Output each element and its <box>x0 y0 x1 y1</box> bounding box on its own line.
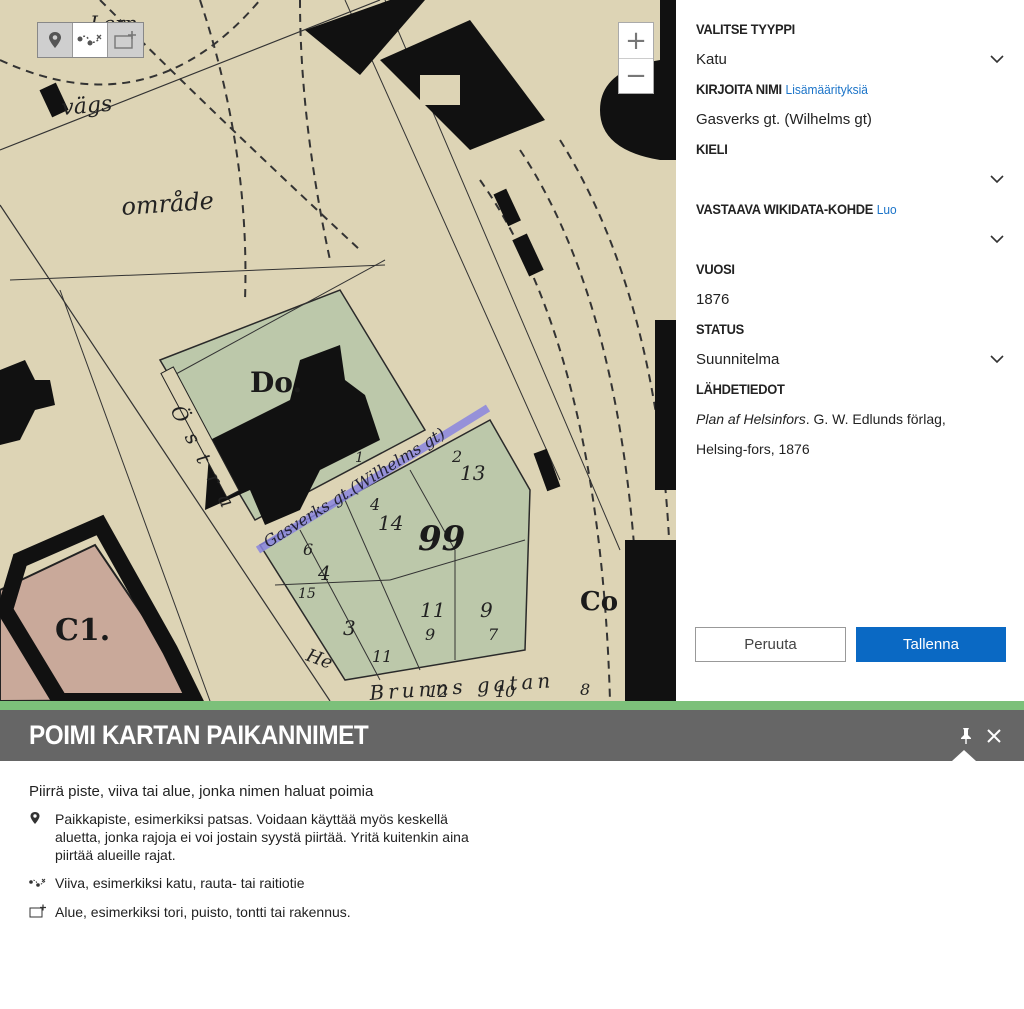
language-label: KIELI <box>696 141 728 157</box>
status-select[interactable]: Suunnitelma <box>696 344 1006 374</box>
type-label: VALITSE TYYPPI <box>696 21 795 37</box>
panel-lead-text: Piirrä piste, viiva tai alue, jonka nime… <box>29 783 374 800</box>
instructions-panel: POIMI KARTAN PAIKANNIMET Piirrä piste, v… <box>0 701 1024 1009</box>
map-label-co: Co <box>580 587 618 617</box>
source-text: Plan af Helsinfors. G. W. Edlunds förlag… <box>696 404 1006 464</box>
hint-area: Alue, esimerkiksi tori, puisto, tontti t… <box>29 903 1024 922</box>
map-pin-icon <box>49 32 61 48</box>
map-canvas[interactable]: vägs område Lern- Gasverks gt.(Wilhelms … <box>0 0 676 701</box>
map-label-lot: 11 <box>420 598 445 622</box>
chevron-down-icon <box>990 355 1004 364</box>
close-icon[interactable] <box>986 728 1002 744</box>
hint-line: Viiva, esimerkiksi katu, rauta- tai rait… <box>29 874 1024 893</box>
name-label: KIRJOITA NIMI Lisämäärityksiä <box>696 81 868 97</box>
map-label-lot: 4 <box>369 495 380 514</box>
map-label-lot: 1 <box>355 450 364 466</box>
source-label: LÄHDETIEDOT <box>696 381 785 397</box>
map-label-lot: 7 <box>488 625 499 644</box>
chevron-down-icon <box>990 55 1004 64</box>
language-select[interactable] <box>696 164 1006 194</box>
type-select-value: Katu <box>696 50 727 68</box>
map-label-lot: 10 <box>495 682 515 701</box>
save-button[interactable]: Tallenna <box>856 627 1006 662</box>
status-select-value: Suunnitelma <box>696 350 780 368</box>
map-label-lot: 13 <box>460 461 485 485</box>
map-label-lot: 15 <box>298 586 316 602</box>
panel-accent-bar <box>0 701 1024 710</box>
cancel-button[interactable]: Peruuta <box>695 627 846 662</box>
map-label-do: Do. <box>250 366 302 399</box>
hint-area-text: Alue, esimerkiksi tori, puisto, tontti t… <box>55 904 351 920</box>
add-area-icon <box>29 904 46 918</box>
map-label-lot: 12 <box>428 682 448 701</box>
type-select[interactable]: Katu <box>696 44 1006 74</box>
year-label: VUOSI <box>696 261 735 277</box>
year-input-value: 1876 <box>696 290 730 308</box>
add-area-icon <box>113 31 136 49</box>
map-label-block-99: 99 <box>418 519 465 559</box>
map-label-lot: 11 <box>372 647 392 666</box>
source-title: Plan af Helsinfors <box>696 411 806 427</box>
chevron-down-icon <box>990 235 1004 244</box>
name-input[interactable]: Gasverks gt. (Wilhelms gt) <box>696 104 1006 134</box>
hint-point: Paikkapiste, esimerkiksi patsas. Voidaan… <box>29 810 1024 864</box>
map-label-vags: vägs <box>60 92 113 121</box>
pin-icon[interactable] <box>960 727 972 745</box>
map-label-lot: 8 <box>580 680 590 699</box>
polyline-icon <box>29 878 46 887</box>
zoom-in-button[interactable]: + <box>619 23 653 58</box>
map-label-lot: 9 <box>425 625 435 644</box>
map-label-lot: 9 <box>480 598 493 622</box>
point-tool-button[interactable] <box>38 23 73 57</box>
map-label-lot: 3 <box>343 616 356 640</box>
map-pin-icon <box>30 812 40 824</box>
status-label: STATUS <box>696 321 744 337</box>
hint-point-text: Paikkapiste, esimerkiksi patsas. Voidaan… <box>55 811 469 863</box>
pin-tab-indicator <box>952 750 976 761</box>
chevron-down-icon <box>990 175 1004 184</box>
zoom-out-button[interactable]: − <box>619 58 653 93</box>
map-label-c1: C1. <box>55 613 110 648</box>
polyline-icon <box>77 34 102 46</box>
wikidata-select[interactable] <box>696 224 1006 254</box>
place-name-form: VALITSE TYYPPI Katu KIRJOITA NIMI Lisämä… <box>676 0 1024 701</box>
map-label-lot: 6 <box>303 540 313 559</box>
area-tool-button[interactable] <box>108 23 143 57</box>
panel-title: POIMI KARTAN PAIKANNIMET <box>29 720 369 750</box>
wikidata-label: VASTAAVA WIKIDATA-KOHDE Luo <box>696 201 897 217</box>
form-actions: Peruuta Tallenna <box>695 627 1006 662</box>
map-label-lot: 2 <box>451 447 462 466</box>
map-label-lot: 14 <box>378 511 403 535</box>
zoom-control: + − <box>618 22 654 94</box>
year-input[interactable]: 1876 <box>696 284 1006 314</box>
hint-line-text: Viiva, esimerkiksi katu, rauta- tai rait… <box>55 875 305 891</box>
panel-header: POIMI KARTAN PAIKANNIMET <box>0 710 1024 761</box>
more-definitions-link[interactable]: Lisämäärityksiä <box>786 82 868 97</box>
draw-toolbar <box>37 22 144 58</box>
map-label-lot: 4 <box>317 561 331 585</box>
line-tool-button[interactable] <box>73 23 108 57</box>
historical-map: vägs område Lern- Gasverks gt.(Wilhelms … <box>0 0 676 701</box>
create-wikidata-link[interactable]: Luo <box>877 202 897 217</box>
name-input-value: Gasverks gt. (Wilhelms gt) <box>696 110 872 128</box>
